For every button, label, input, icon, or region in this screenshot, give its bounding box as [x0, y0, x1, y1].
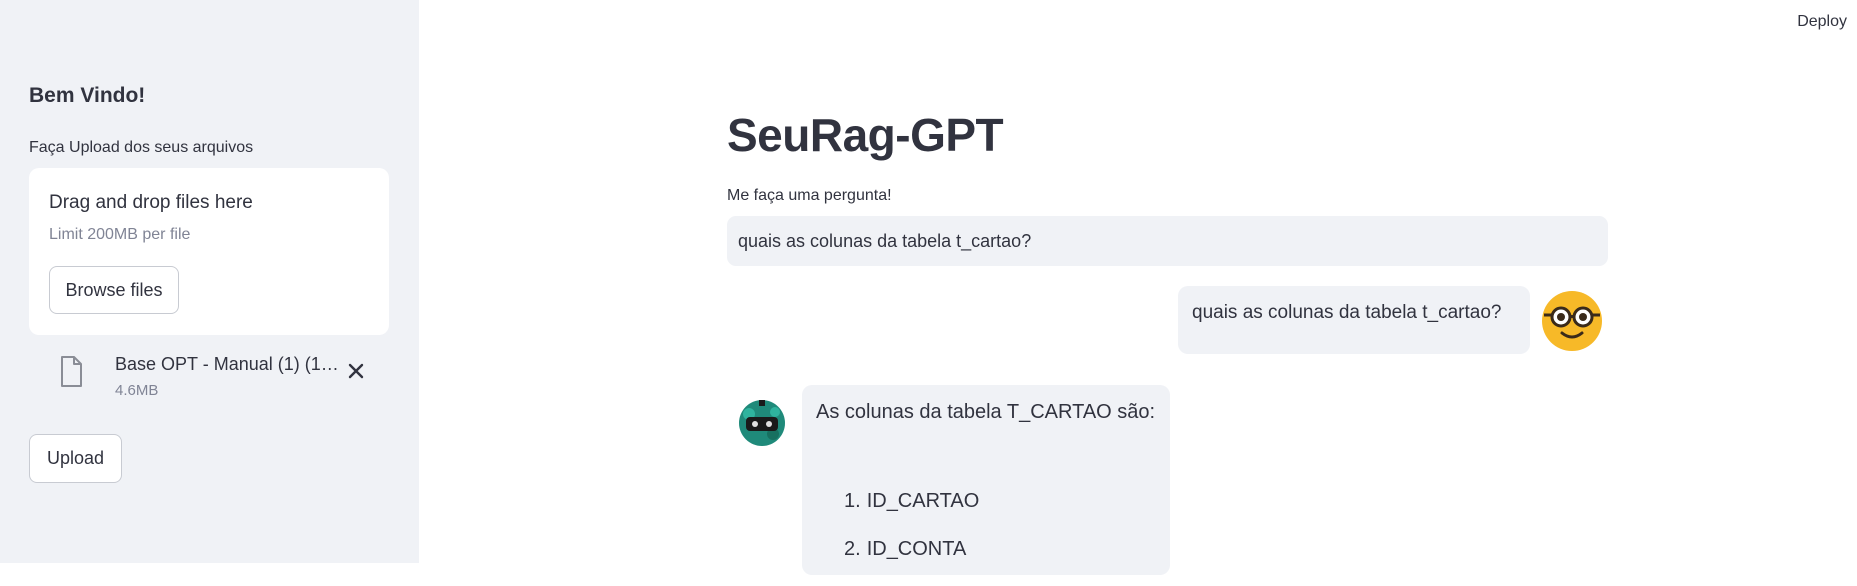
dropzone-title: Drag and drop files here [49, 192, 253, 213]
user-message-text: quais as colunas da tabela t_cartao? [1192, 302, 1502, 323]
dropzone-limit: Limit 200MB per file [49, 226, 191, 243]
sidebar-title: Bem Vindo! [29, 84, 146, 107]
list-item: 1. ID_CARTAO [844, 490, 979, 538]
uploaded-file-item: Base OPT - Manual (1) (1).pdf 4.6MB [29, 350, 389, 402]
list-item-text: ID_CARTAO [866, 490, 980, 512]
deploy-button[interactable]: Deploy [1797, 13, 1847, 31]
sidebar: Bem Vindo! Faça Upload dos seus arquivos… [0, 0, 419, 563]
file-icon [61, 356, 82, 387]
list-item: 2. ID_CONTA [844, 538, 979, 586]
list-item-number: 1. [844, 490, 861, 512]
page-title: SeuRag-GPT [727, 109, 1004, 161]
user-message: quais as colunas da tabela t_cartao? [1178, 286, 1530, 354]
nerd-face-avatar-icon [1542, 291, 1602, 351]
assistant-message-list: 1. ID_CARTAO 2. ID_CONTA [844, 490, 979, 586]
file-name: Base OPT - Manual (1) (1).pdf [115, 354, 340, 374]
list-item-text: ID_CONTA [866, 538, 967, 560]
close-icon[interactable] [345, 360, 367, 382]
robot-avatar-icon [739, 400, 785, 446]
upload-button[interactable]: Upload [29, 434, 122, 483]
file-size: 4.6MB [115, 382, 159, 399]
assistant-message: As colunas da tabela T_CARTAO são: 1. ID_… [802, 385, 1170, 575]
question-input[interactable] [727, 216, 1608, 266]
assistant-message-intro: As colunas da tabela T_CARTAO são: [816, 401, 1156, 423]
browse-files-button[interactable]: Browse files [49, 266, 179, 314]
list-item-number: 2. [844, 538, 861, 560]
question-input-label: Me faça uma pergunta! [727, 187, 892, 204]
upload-label: Faça Upload dos seus arquivos [29, 139, 254, 156]
file-dropzone[interactable]: Drag and drop files here Limit 200MB per… [29, 168, 389, 335]
